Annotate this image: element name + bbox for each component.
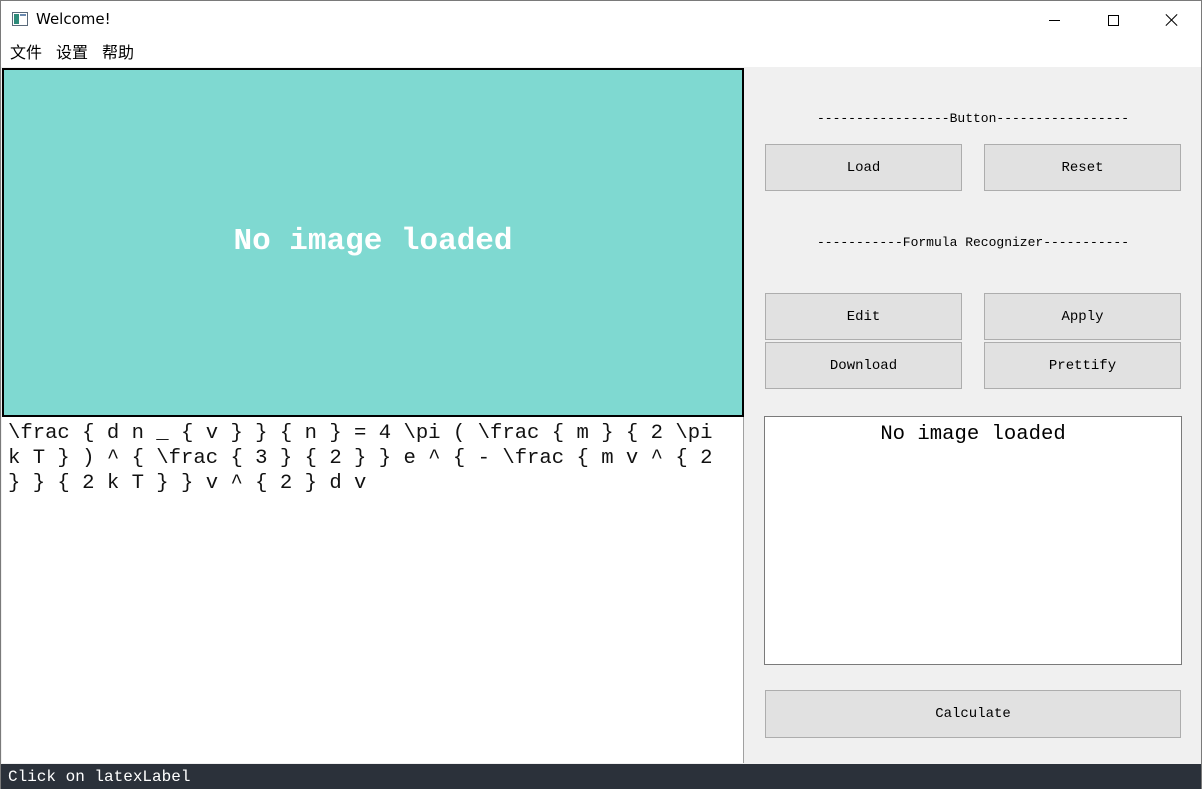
result-text: No image loaded: [880, 423, 1066, 446]
app-icon: [12, 12, 28, 26]
edit-button[interactable]: Edit: [765, 293, 962, 340]
latex-label[interactable]: \frac { d n _ { v } } { n } = 4 \pi ( \f…: [2, 417, 744, 763]
app-window: Welcome! 文件 设置 帮助 No image loaded \frac …: [0, 0, 1202, 789]
formula-result-box: No image loaded: [764, 416, 1182, 665]
menu-settings[interactable]: 设置: [49, 39, 95, 67]
close-button[interactable]: [1143, 1, 1201, 39]
image-display[interactable]: No image loaded: [2, 68, 744, 417]
status-bar: Click on latexLabel: [1, 764, 1201, 789]
load-button[interactable]: Load: [765, 144, 962, 191]
apply-button[interactable]: Apply: [984, 293, 1181, 340]
title-bar[interactable]: Welcome!: [1, 1, 1201, 39]
menu-file[interactable]: 文件: [3, 39, 49, 67]
formula-section-label: -----------Formula Recognizer-----------: [816, 235, 1130, 250]
image-placeholder-text: No image loaded: [233, 224, 513, 259]
download-button[interactable]: Download: [765, 342, 962, 389]
menu-help[interactable]: 帮助: [95, 39, 141, 67]
minimize-icon: [1048, 19, 1060, 21]
minimize-button[interactable]: [1025, 1, 1083, 39]
close-icon: [1165, 13, 1179, 27]
calculate-button[interactable]: Calculate: [765, 690, 1181, 738]
maximize-button[interactable]: [1084, 1, 1142, 39]
button-section-label: -----------------Button-----------------: [816, 111, 1130, 126]
maximize-icon: [1107, 14, 1119, 26]
reset-button[interactable]: Reset: [984, 144, 1181, 191]
status-text: Click on latexLabel: [8, 768, 191, 786]
prettify-button[interactable]: Prettify: [984, 342, 1181, 389]
latex-text: \frac { d n _ { v } } { n } = 4 \pi ( \f…: [8, 422, 713, 495]
menu-bar: 文件 设置 帮助: [1, 39, 1201, 67]
window-title: Welcome!: [36, 10, 111, 28]
